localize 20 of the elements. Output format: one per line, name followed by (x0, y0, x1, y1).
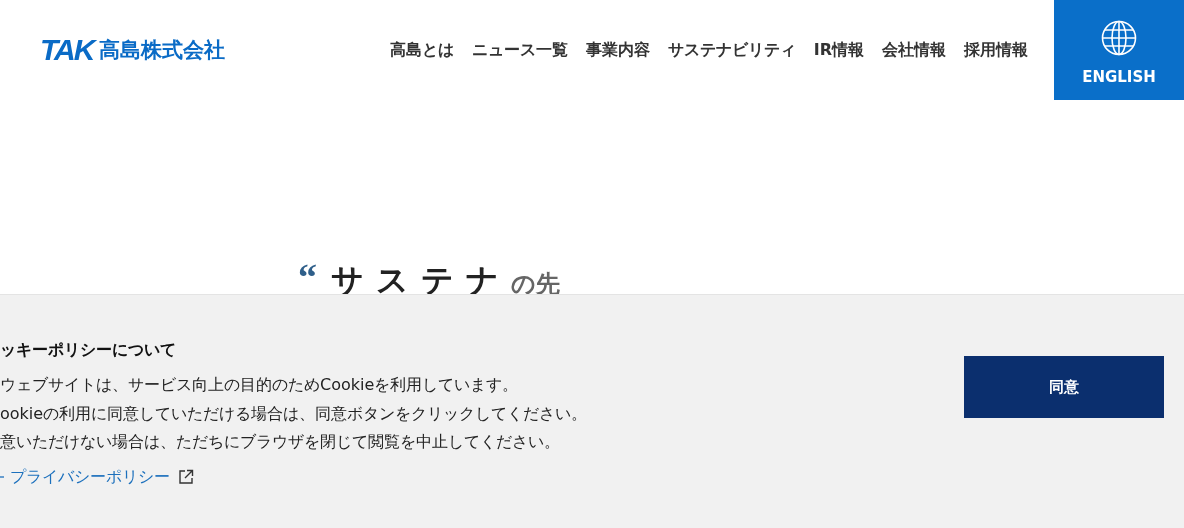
cookie-title: ッキーポリシーについて (0, 340, 177, 361)
cookie-text: ウェブサイトは、サービス向上の目的のためCookieを利用しています。 (0, 374, 520, 396)
nav-link[interactable]: ニュース一覧 (471, 39, 568, 61)
nav-link[interactable]: IR情報 (813, 39, 864, 61)
nav-link[interactable]: サステナビリティ (667, 39, 796, 61)
hero-heading-trail: の先 (511, 272, 560, 296)
nav-link[interactable]: 高島とは (389, 39, 454, 61)
company-logo[interactable]: TAK 高島株式会社 (40, 35, 226, 65)
cookie-text: 意いただけない場合は、ただちにブラウザを閉じて閲覧を中止してください。 (0, 431, 561, 453)
english-button[interactable]: ENGLISH (1054, 0, 1184, 100)
nav-link[interactable]: 事業内容 (585, 39, 650, 61)
globe-icon (1101, 19, 1137, 56)
cookie-text: ookieの利用に同意していただける場合は、同意ボタンをクリックしてください。 (0, 402, 588, 425)
quote-mark: “ (298, 260, 317, 295)
hero-heading: サステナ (331, 264, 511, 296)
privacy-policy-link[interactable]: プライバシーポリシー (10, 466, 194, 488)
agree-button[interactable]: 同意 (964, 356, 1164, 418)
nav-link[interactable]: 会社情報 (882, 39, 946, 61)
external-link-icon (178, 469, 194, 485)
nav-link[interactable]: 採用情報 (964, 39, 1028, 61)
